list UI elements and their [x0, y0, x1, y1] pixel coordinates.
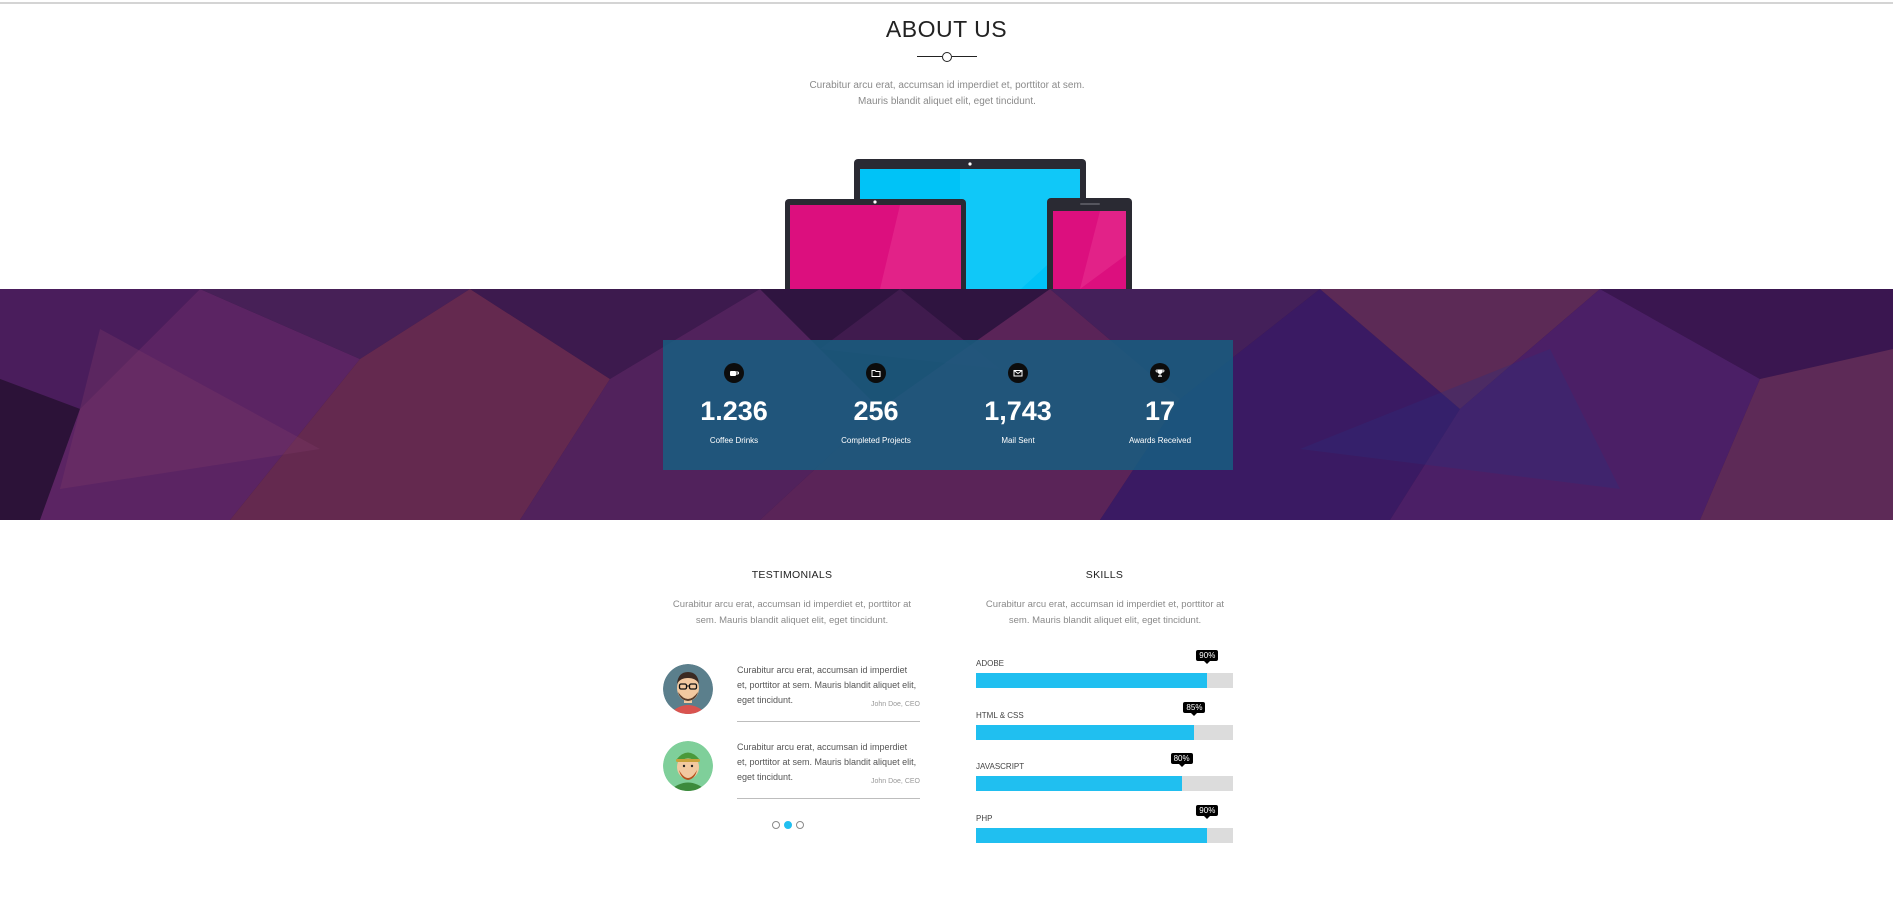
skill-percent: 90%	[1196, 650, 1219, 664]
testimonial-author: John Doe, CEO	[870, 701, 920, 708]
skill-name: ADOBE	[976, 659, 1005, 668]
avatar	[663, 741, 713, 791]
testimonial-divider	[737, 798, 920, 799]
testimonial-author: John Doe, CEO	[870, 778, 920, 785]
testimonial-item: Curabitur arcu erat, accumsan id imperdi…	[663, 741, 920, 801]
skill-track	[976, 673, 1233, 688]
stat-projects: 256 Completed Projects	[805, 340, 947, 470]
stat-label: Mail Sent	[1001, 436, 1035, 445]
stat-value: 1,743	[984, 396, 1052, 426]
skill-name: JAVASCRIPT	[976, 762, 1025, 771]
envelope-icon	[1008, 363, 1028, 383]
skill-javascript: JAVASCRIPT 80%	[976, 753, 1233, 802]
skill-adobe: ADOBE 90%	[976, 650, 1233, 699]
stat-mail: 1,743 Mail Sent	[947, 340, 1089, 470]
about-title: ABOUT US	[885, 16, 1008, 42]
skill-track	[976, 828, 1233, 843]
trophy-icon	[1150, 363, 1170, 383]
testimonial-divider	[737, 721, 920, 722]
skill-track	[976, 776, 1233, 791]
top-rule	[0, 2, 1893, 4]
skill-bar	[976, 828, 1208, 843]
devices-illustration	[785, 159, 1132, 289]
avatar	[663, 664, 713, 714]
skill-percent: 90%	[1196, 805, 1219, 819]
stat-value: 256	[853, 396, 899, 426]
skill-track	[976, 725, 1233, 740]
skill-php: PHP 90%	[976, 805, 1233, 854]
skill-percent: 85%	[1183, 702, 1206, 716]
folder-icon	[866, 363, 886, 383]
testimonials-title: TESTIMONIALS	[751, 569, 833, 581]
pager-dot-1[interactable]	[772, 821, 780, 829]
skill-percent: 80%	[1170, 753, 1193, 767]
skill-name: PHP	[976, 814, 993, 823]
pager-dot-3[interactable]	[796, 821, 804, 829]
testimonial-item: Curabitur arcu erat, accumsan id imperdi…	[663, 664, 920, 724]
stat-label: Awards Received	[1128, 436, 1192, 445]
stat-coffee: 1.236 Coffee Drinks	[663, 340, 805, 470]
title-divider	[917, 51, 977, 63]
skills-text: Curabitur arcu erat, accumsan id imperdi…	[985, 599, 1225, 626]
skill-html-css: HTML & CSS 85%	[976, 702, 1233, 751]
testimonials-text: Curabitur arcu erat, accumsan id imperdi…	[672, 599, 912, 626]
about-text: Curabitur arcu erat, accumsan id imperdi…	[809, 80, 1085, 107]
pager-dot-2[interactable]	[784, 821, 792, 829]
skills-title: SKILLS	[1085, 569, 1124, 581]
stat-label: Coffee Drinks	[709, 436, 759, 445]
skill-bar	[976, 673, 1208, 688]
stat-value: 17	[1144, 396, 1176, 426]
skill-bar	[976, 725, 1195, 740]
stat-awards: 17 Awards Received	[1089, 340, 1231, 470]
skill-name: HTML & CSS	[976, 711, 1024, 720]
skill-bar	[976, 776, 1182, 791]
stats-panel: 1.236 Coffee Drinks 256 Completed Projec…	[663, 340, 1233, 470]
coffee-icon	[724, 363, 744, 383]
testimonial-pager	[772, 821, 812, 831]
stat-value: 1.236	[700, 396, 768, 426]
stat-label: Completed Projects	[841, 436, 911, 445]
